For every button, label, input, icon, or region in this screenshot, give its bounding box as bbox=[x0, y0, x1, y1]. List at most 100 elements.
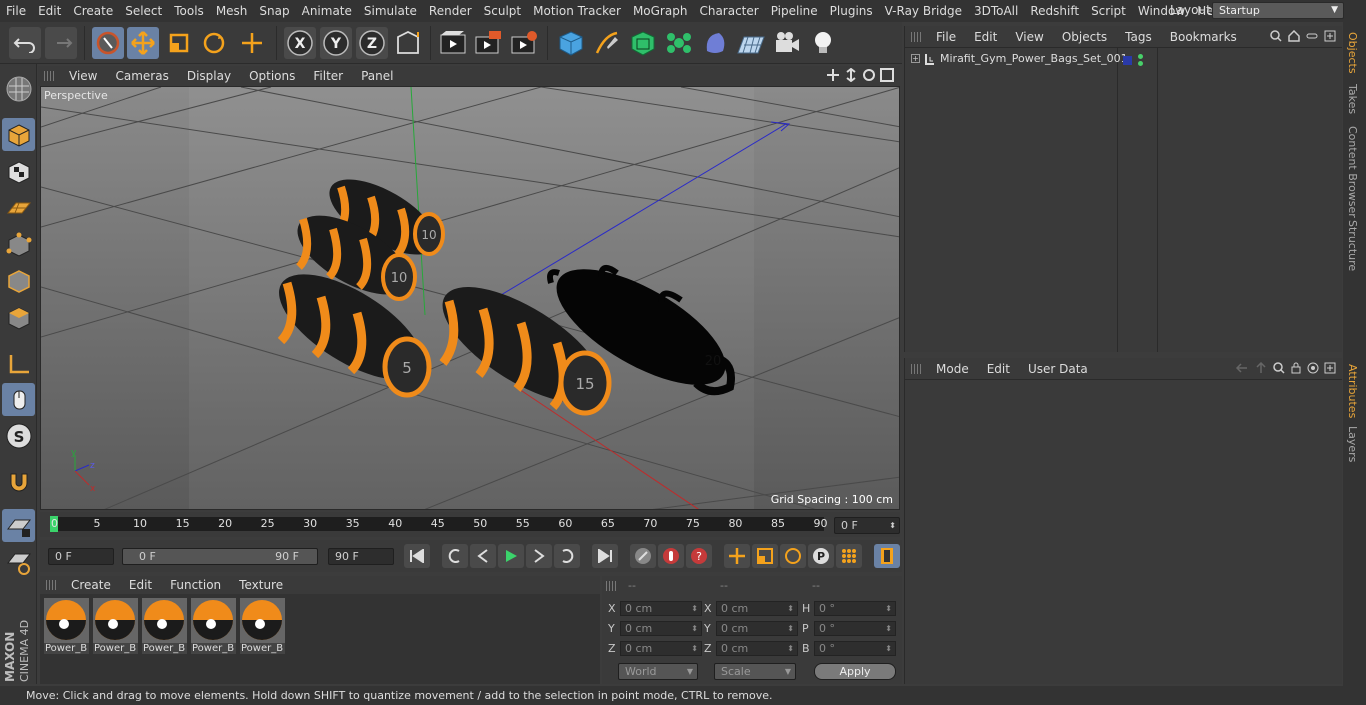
cube-icon[interactable] bbox=[555, 27, 587, 59]
deformer-icon[interactable] bbox=[699, 27, 731, 59]
record-keys-icon[interactable] bbox=[630, 544, 656, 568]
coordinate-field[interactable]: 0 ° ⬍ bbox=[814, 621, 896, 636]
tab-layers[interactable]: Layers bbox=[1346, 426, 1359, 462]
coordinate-field[interactable]: 0 cm ⬍ bbox=[716, 641, 798, 656]
object-menu-objects[interactable]: Objects bbox=[1053, 30, 1116, 44]
edges-mode-icon[interactable] bbox=[2, 264, 35, 297]
layout-select[interactable]: Startup ▼ bbox=[1212, 2, 1344, 19]
panel-grip-icon[interactable] bbox=[911, 31, 921, 42]
timeline-window-icon[interactable] bbox=[874, 544, 900, 568]
coordinate-field[interactable]: 0 cm ⬍ bbox=[620, 621, 702, 636]
live-selection-icon[interactable] bbox=[92, 27, 124, 59]
scale-mode-select[interactable]: Scale ▼ bbox=[714, 663, 796, 680]
menu-animate[interactable]: Animate bbox=[296, 0, 358, 22]
key-scale-icon[interactable] bbox=[752, 544, 778, 568]
render-settings-icon[interactable] bbox=[508, 27, 540, 59]
recent-tool-icon[interactable] bbox=[236, 27, 268, 59]
object-row[interactable]: + Mirafit_Gym_Power_Bags_Set_001 bbox=[911, 52, 1128, 65]
snap-icon[interactable]: S bbox=[2, 419, 35, 452]
back-arrow-icon[interactable] bbox=[1235, 362, 1249, 374]
maximize-view-icon[interactable] bbox=[880, 68, 894, 82]
pen-icon[interactable] bbox=[591, 27, 623, 59]
menu-vray-bridge[interactable]: V-Ray Bridge bbox=[879, 0, 968, 22]
menu-3dtoall[interactable]: 3DToAll bbox=[968, 0, 1024, 22]
soft-selection-icon[interactable] bbox=[2, 546, 35, 579]
menu-redshift[interactable]: Redshift bbox=[1024, 0, 1085, 22]
floor-icon[interactable] bbox=[735, 27, 767, 59]
render-visibility-dot[interactable] bbox=[1138, 61, 1143, 66]
up-arrow-icon[interactable] bbox=[1254, 362, 1268, 374]
material-name[interactable]: Power_B bbox=[240, 643, 285, 654]
camera-icon[interactable] bbox=[771, 27, 803, 59]
object-menu-bookmarks[interactable]: Bookmarks bbox=[1161, 30, 1246, 44]
material-name[interactable]: Power_B bbox=[142, 643, 187, 654]
attribute-menu-edit[interactable]: Edit bbox=[978, 362, 1019, 376]
coordinate-space-select[interactable]: World ▼ bbox=[618, 663, 698, 680]
dolly-view-icon[interactable] bbox=[844, 68, 858, 82]
menu-script[interactable]: Script bbox=[1085, 0, 1132, 22]
material-menu-edit[interactable]: Edit bbox=[120, 578, 161, 592]
material-menu-texture[interactable]: Texture bbox=[230, 578, 292, 592]
coordinate-field[interactable]: 0 cm ⬍ bbox=[620, 641, 702, 656]
key-parameter-icon[interactable]: P bbox=[808, 544, 834, 568]
timeline-ruler[interactable]: 0 5 10 15 20 25 30 35 40 45 50 55 60 65 70 75 80 85 90 0 F… bbox=[40, 512, 900, 537]
object-name[interactable]: Mirafit_Gym_Power_Bags_Set_001 bbox=[940, 52, 1128, 65]
menu-edit[interactable]: Edit bbox=[32, 0, 67, 22]
menu-render[interactable]: Render bbox=[423, 0, 478, 22]
viewport-menu-cameras[interactable]: Cameras bbox=[106, 69, 177, 83]
scale-icon[interactable] bbox=[163, 27, 195, 59]
coordinate-field[interactable]: 0 ° ⬍ bbox=[814, 601, 896, 616]
material-swatch[interactable]: Power_B bbox=[44, 598, 89, 656]
material-menu-function[interactable]: Function bbox=[161, 578, 230, 592]
material-swatch[interactable]: Power_B bbox=[142, 598, 187, 656]
perspective-viewport[interactable]: 10 10 5 15 20 y z x Perspective Grid Spa… bbox=[40, 86, 900, 510]
attribute-menu-mode[interactable]: Mode bbox=[927, 362, 978, 376]
target-icon[interactable] bbox=[1307, 362, 1319, 374]
link-icon[interactable] bbox=[1306, 30, 1318, 42]
tab-content-browser[interactable]: Content Browser bbox=[1346, 126, 1359, 218]
pan-view-icon[interactable] bbox=[826, 68, 840, 82]
editor-visibility-dot[interactable] bbox=[1138, 54, 1143, 59]
menu-select[interactable]: Select bbox=[119, 0, 168, 22]
material-menu-create[interactable]: Create bbox=[62, 578, 120, 592]
menu-tools[interactable]: Tools bbox=[168, 0, 210, 22]
menu-pipeline[interactable]: Pipeline bbox=[765, 0, 824, 22]
panel-grip-icon[interactable] bbox=[606, 581, 616, 591]
render-view-icon[interactable] bbox=[437, 27, 469, 59]
polygons-mode-icon[interactable] bbox=[2, 301, 35, 334]
attribute-menu-user-data[interactable]: User Data bbox=[1019, 362, 1097, 376]
tab-structure[interactable]: Structure bbox=[1346, 220, 1359, 271]
layer-color-swatch[interactable] bbox=[1123, 56, 1132, 65]
magnet-icon[interactable] bbox=[2, 465, 35, 498]
viewport-menu-panel[interactable]: Panel bbox=[352, 69, 402, 83]
move-icon[interactable] bbox=[127, 27, 159, 59]
coordinate-field[interactable]: 0 cm ⬍ bbox=[716, 601, 798, 616]
subdivision-icon[interactable] bbox=[627, 27, 659, 59]
menu-create[interactable]: Create bbox=[67, 0, 119, 22]
panel-grip-icon[interactable] bbox=[44, 71, 54, 81]
object-menu-file[interactable]: File bbox=[927, 30, 965, 44]
y-axis-lock-icon[interactable]: Y bbox=[320, 27, 352, 59]
menu-plugins[interactable]: Plugins bbox=[824, 0, 879, 22]
light-icon[interactable] bbox=[807, 27, 839, 59]
material-name[interactable]: Power_B bbox=[44, 643, 89, 654]
goto-start-icon[interactable] bbox=[404, 544, 430, 568]
search-icon[interactable] bbox=[1270, 30, 1282, 42]
menu-mograph[interactable]: MoGraph bbox=[627, 0, 694, 22]
rotate-view-icon[interactable] bbox=[862, 68, 876, 82]
autokey-icon[interactable] bbox=[658, 544, 684, 568]
object-menu-view[interactable]: View bbox=[1006, 30, 1052, 44]
object-menu-edit[interactable]: Edit bbox=[965, 30, 1006, 44]
rotate-icon[interactable] bbox=[198, 27, 230, 59]
coordinate-field[interactable]: 0 cm ⬍ bbox=[620, 601, 702, 616]
workplane-mode-icon[interactable] bbox=[2, 191, 35, 224]
material-name[interactable]: Power_B bbox=[191, 643, 236, 654]
tab-takes[interactable]: Takes bbox=[1346, 84, 1359, 114]
menu-file[interactable]: File bbox=[0, 0, 32, 22]
material-name[interactable]: Power_B bbox=[93, 643, 138, 654]
expand-icon[interactable]: + bbox=[911, 54, 920, 63]
previous-frame-icon[interactable] bbox=[470, 544, 496, 568]
menu-mesh[interactable]: Mesh bbox=[210, 0, 254, 22]
menu-motion-tracker[interactable]: Motion Tracker bbox=[527, 0, 627, 22]
key-position-icon[interactable] bbox=[724, 544, 750, 568]
